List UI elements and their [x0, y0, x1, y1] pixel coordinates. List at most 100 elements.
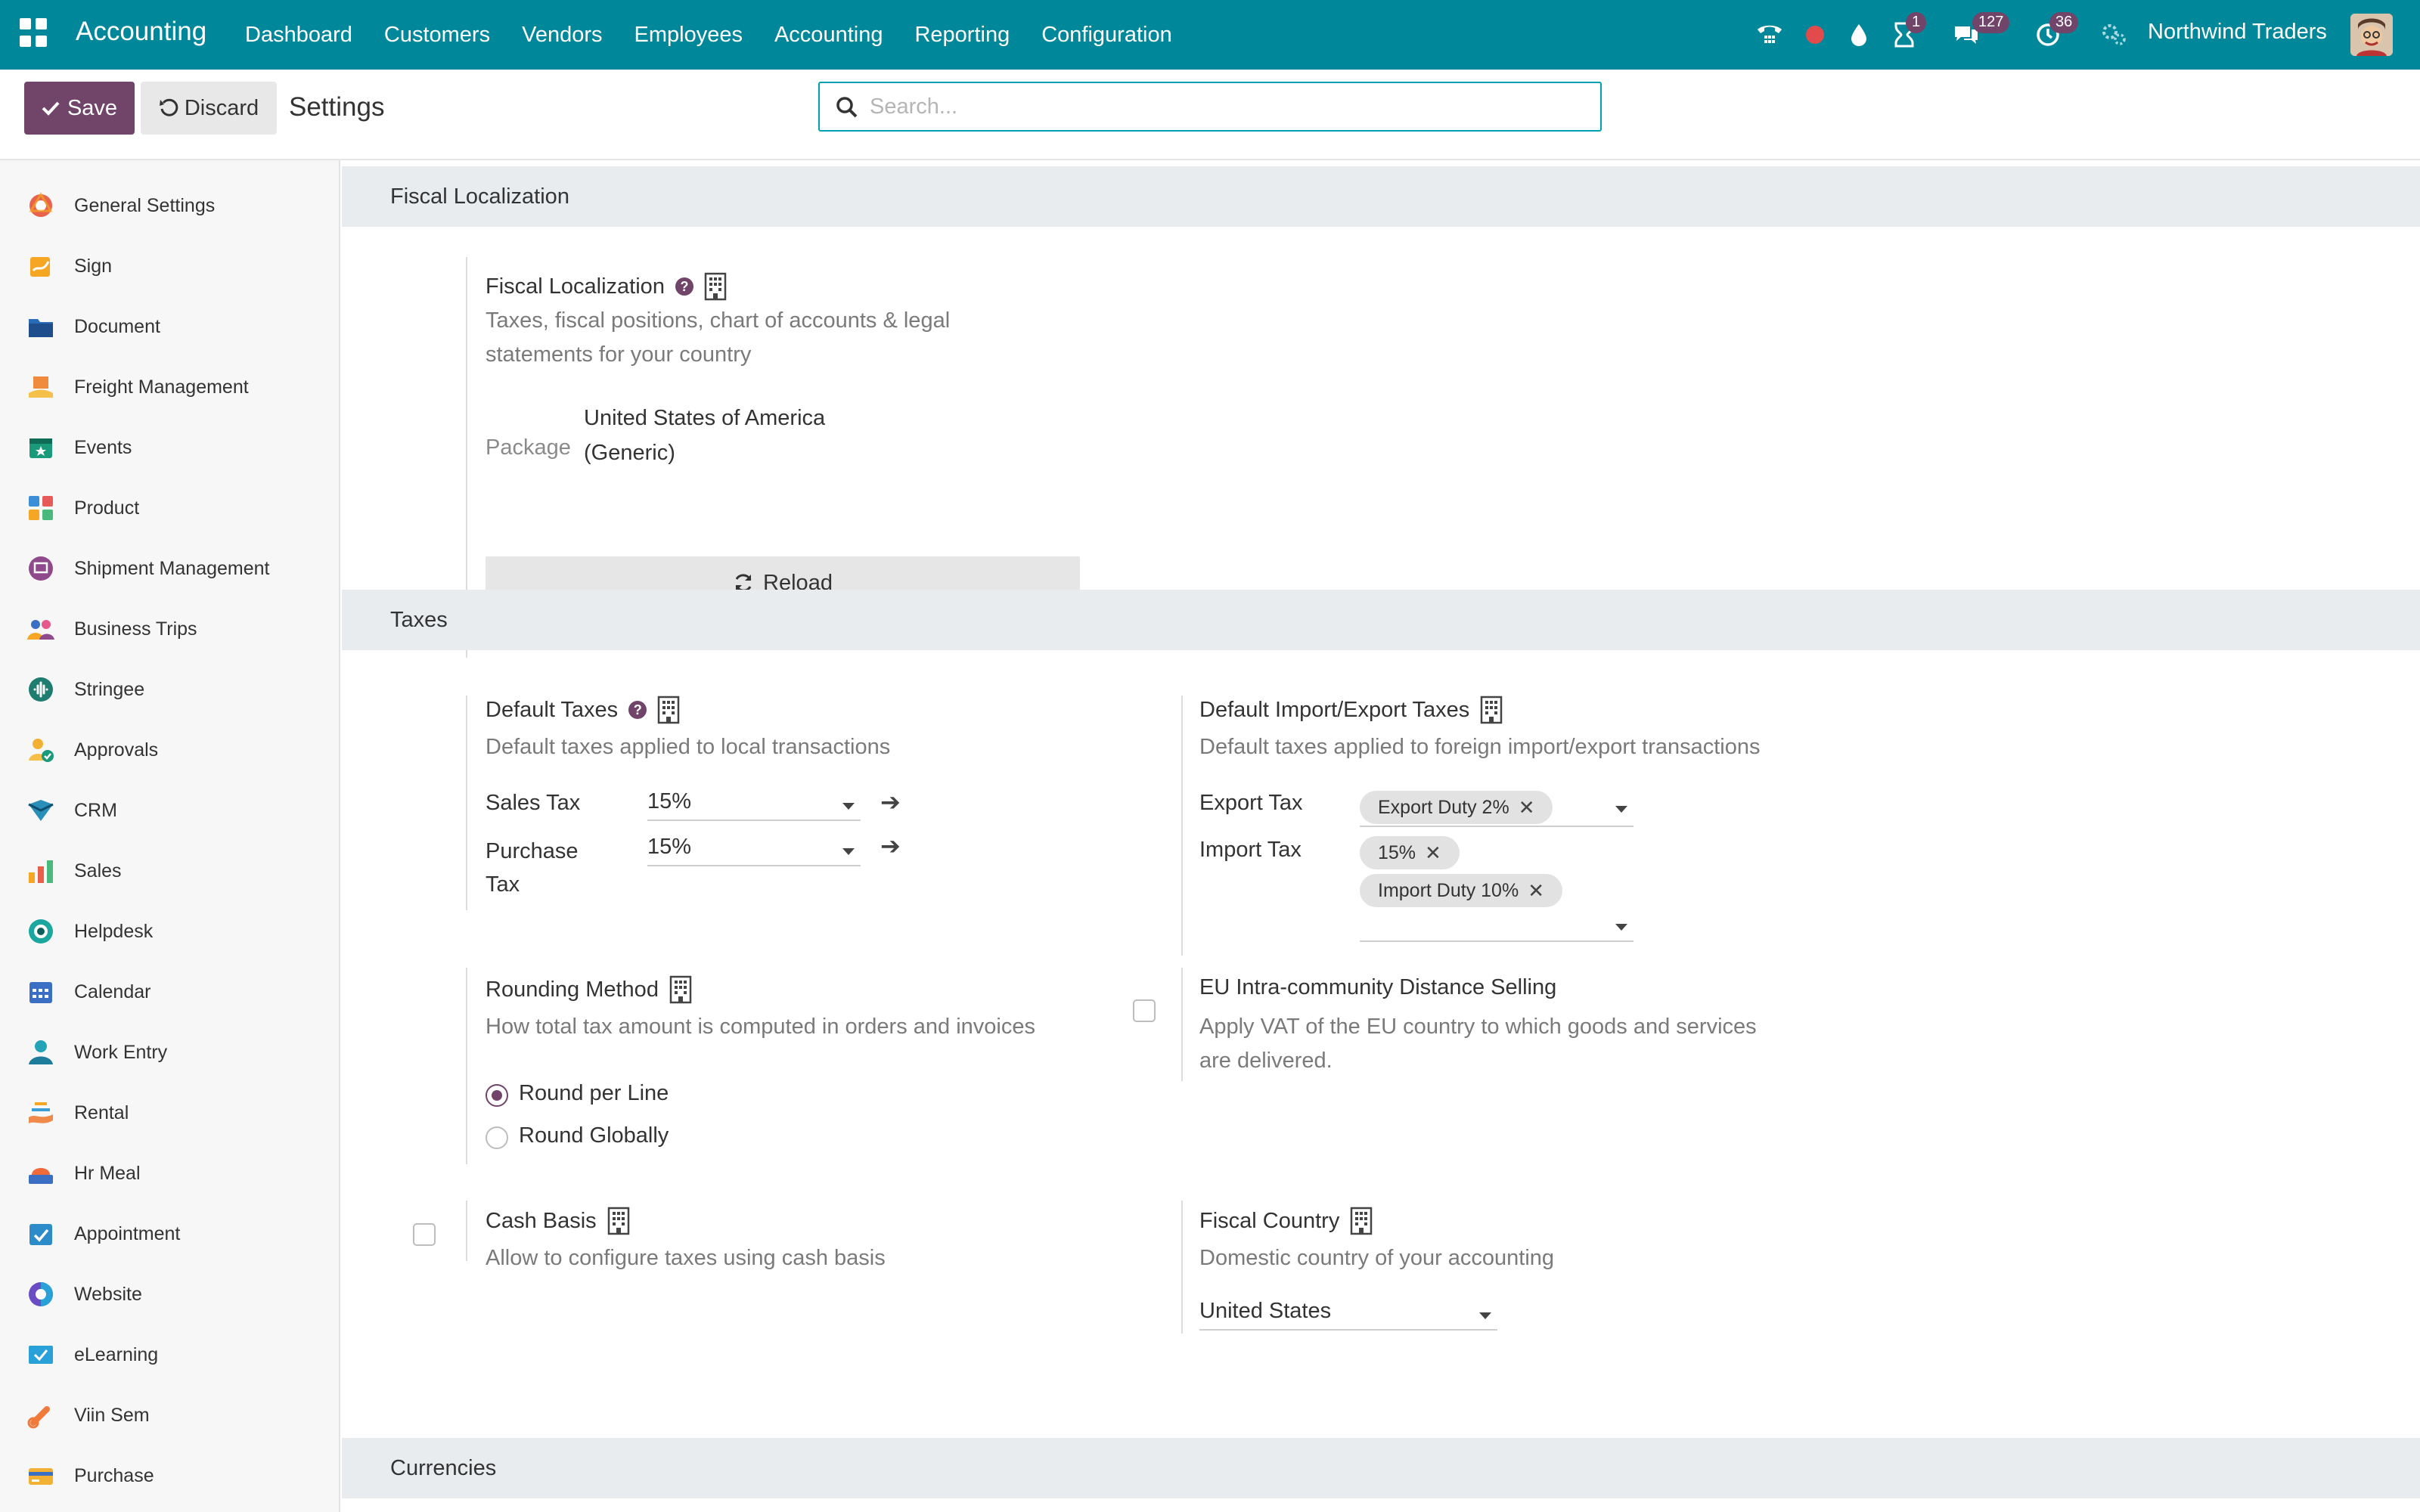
- help-icon[interactable]: ?: [628, 701, 647, 719]
- remove-tag-icon[interactable]: ✕: [1425, 841, 1441, 865]
- sales-tax-label: Sales Tax: [486, 791, 581, 815]
- sidebar-item-label: Freight Management: [74, 376, 249, 398]
- sidebar-item-label: Document: [74, 315, 160, 337]
- sidebar-item-document[interactable]: Document: [0, 296, 340, 357]
- import-tax-tag: Import Duty 10% ✕: [1360, 874, 1562, 907]
- sidebar-item-stringee[interactable]: Stringee: [0, 659, 340, 720]
- business-trips-icon: [26, 614, 56, 644]
- menu-item-customers[interactable]: Customers: [384, 23, 490, 48]
- settings-sidebar: General Settings Sign Document Freight Mana…: [0, 160, 340, 1512]
- shipment-icon: [26, 553, 56, 584]
- import-tax-select[interactable]: [1360, 907, 1634, 942]
- menu-item-reporting[interactable]: Reporting: [914, 23, 1010, 48]
- sidebar-item-label: Sales: [74, 860, 122, 881]
- radio-round-per-line[interactable]: [486, 1084, 508, 1107]
- freight-icon: [26, 372, 56, 402]
- sidebar-item-appointment[interactable]: Appointment: [0, 1204, 340, 1264]
- package-value-line: United States of America: [584, 406, 826, 430]
- search-input[interactable]: [870, 89, 1581, 124]
- radio-label[interactable]: Round Globally: [519, 1123, 669, 1148]
- apps-menu-icon[interactable]: [20, 18, 50, 48]
- phone-icon[interactable]: [1754, 20, 1785, 50]
- chevron-down-icon: [1479, 1312, 1491, 1319]
- sidebar-item-business-trips[interactable]: Business Trips: [0, 599, 340, 659]
- setting-rounding-method: Rounding Method How total tax amount is …: [342, 939, 1174, 1166]
- title-text: Fiscal Localization: [486, 274, 665, 299]
- help-icon[interactable]: ?: [675, 277, 693, 296]
- label-line: Purchase: [486, 839, 579, 863]
- user-avatar[interactable]: [2350, 14, 2393, 56]
- menu-item-accounting[interactable]: Accounting: [774, 23, 883, 48]
- sidebar-item-label: Work Entry: [74, 1041, 168, 1063]
- title-text: Rounding Method: [486, 977, 659, 1002]
- sidebar-item-website[interactable]: Website: [0, 1264, 340, 1325]
- purchase-tax-select[interactable]: 15%: [647, 832, 861, 866]
- purchase-tax-label: Purchase Tax: [486, 835, 579, 901]
- menu-item-configuration[interactable]: Configuration: [1041, 23, 1172, 48]
- sidebar-item-crm[interactable]: CRM: [0, 780, 340, 841]
- setting-cash-basis: Cash Basis Allow to configure taxes usin…: [342, 1170, 1174, 1321]
- switch-company-icon[interactable]: [2099, 20, 2130, 50]
- sidebar-item-product[interactable]: Product: [0, 478, 340, 538]
- desc-line: statements for your country: [486, 342, 752, 367]
- sidebar-item-label: Appointment: [74, 1222, 181, 1244]
- sidebar-item-rental[interactable]: Rental: [0, 1083, 340, 1143]
- main-menu: Dashboard Customers Vendors Employees Ac…: [245, 0, 1204, 70]
- discard-button[interactable]: Discard: [141, 82, 277, 135]
- sidebar-item-approvals[interactable]: Approvals: [0, 720, 340, 780]
- sidebar-item-purchase[interactable]: Purchase: [0, 1445, 340, 1506]
- setting-description: How total tax amount is computed in orde…: [486, 1015, 1035, 1039]
- sidebar-item-freight-management[interactable]: Freight Management: [0, 357, 340, 417]
- menu-item-vendors[interactable]: Vendors: [522, 23, 602, 48]
- title-text: Default Taxes: [486, 697, 619, 722]
- search-box[interactable]: [818, 82, 1602, 132]
- menu-item-dashboard[interactable]: Dashboard: [245, 23, 352, 48]
- work-entry-icon: [26, 1037, 56, 1067]
- eu-distance-selling-checkbox[interactable]: [1133, 999, 1156, 1022]
- approvals-icon: [26, 735, 56, 765]
- check-icon: [42, 101, 60, 116]
- company-name[interactable]: Northwind Traders: [2148, 20, 2327, 45]
- save-button[interactable]: Save: [24, 82, 135, 135]
- fiscal-country-select[interactable]: United States: [1199, 1296, 1497, 1331]
- radio-label[interactable]: Round per Line: [519, 1081, 669, 1106]
- remove-tag-icon[interactable]: ✕: [1528, 879, 1544, 903]
- package-value: United States of America (Generic): [584, 401, 825, 470]
- title-text: Fiscal Country: [1199, 1208, 1340, 1233]
- sidebar-item-sign[interactable]: Sign: [0, 236, 340, 296]
- sidebar-item-events[interactable]: Events: [0, 417, 340, 478]
- sidebar-item-helpdesk[interactable]: Helpdesk: [0, 901, 340, 962]
- external-link-arrow-icon[interactable]: ➔: [880, 788, 901, 816]
- sales-tax-select[interactable]: 15%: [647, 786, 861, 821]
- sidebar-item-label: Stringee: [74, 678, 145, 700]
- company-building-icon: [1351, 1207, 1373, 1235]
- radio-round-globally[interactable]: [486, 1126, 508, 1149]
- sidebar-item-elearning[interactable]: eLearning: [0, 1325, 340, 1385]
- cash-basis-checkbox[interactable]: [413, 1223, 436, 1246]
- sidebar-item-hr-meal[interactable]: Hr Meal: [0, 1143, 340, 1204]
- stringee-icon: [26, 674, 56, 705]
- sidebar-item-label: eLearning: [74, 1343, 159, 1365]
- sidebar-item-label: Hr Meal: [74, 1162, 141, 1184]
- company-building-icon: [1481, 696, 1503, 724]
- divider: [466, 1201, 467, 1261]
- fiscal-country-value: United States: [1199, 1299, 1332, 1323]
- sales-icon: [26, 856, 56, 886]
- control-panel: Save Discard Settings: [0, 70, 2420, 160]
- menu-item-employees[interactable]: Employees: [634, 23, 743, 48]
- external-link-arrow-icon[interactable]: ➔: [880, 832, 901, 860]
- app-brand[interactable]: Accounting: [76, 17, 206, 47]
- sidebar-item-sales[interactable]: Sales: [0, 841, 340, 901]
- sidebar-item-calendar[interactable]: Calendar: [0, 962, 340, 1022]
- recording-icon[interactable]: [1800, 20, 1830, 50]
- sidebar-item-work-entry[interactable]: Work Entry: [0, 1022, 340, 1083]
- sidebar-item-general-settings[interactable]: General Settings: [0, 175, 340, 236]
- sidebar-item-shipment-management[interactable]: Shipment Management: [0, 538, 340, 599]
- section-title: Currencies: [390, 1455, 497, 1480]
- drop-icon[interactable]: [1844, 20, 1874, 50]
- package-value-line: (Generic): [584, 441, 675, 465]
- website-icon: [26, 1279, 56, 1309]
- remove-tag-icon[interactable]: ✕: [1519, 796, 1535, 820]
- setting-description: Allow to configure taxes using cash basi…: [486, 1246, 886, 1270]
- sidebar-item-viin-sem[interactable]: Viin Sem: [0, 1385, 340, 1445]
